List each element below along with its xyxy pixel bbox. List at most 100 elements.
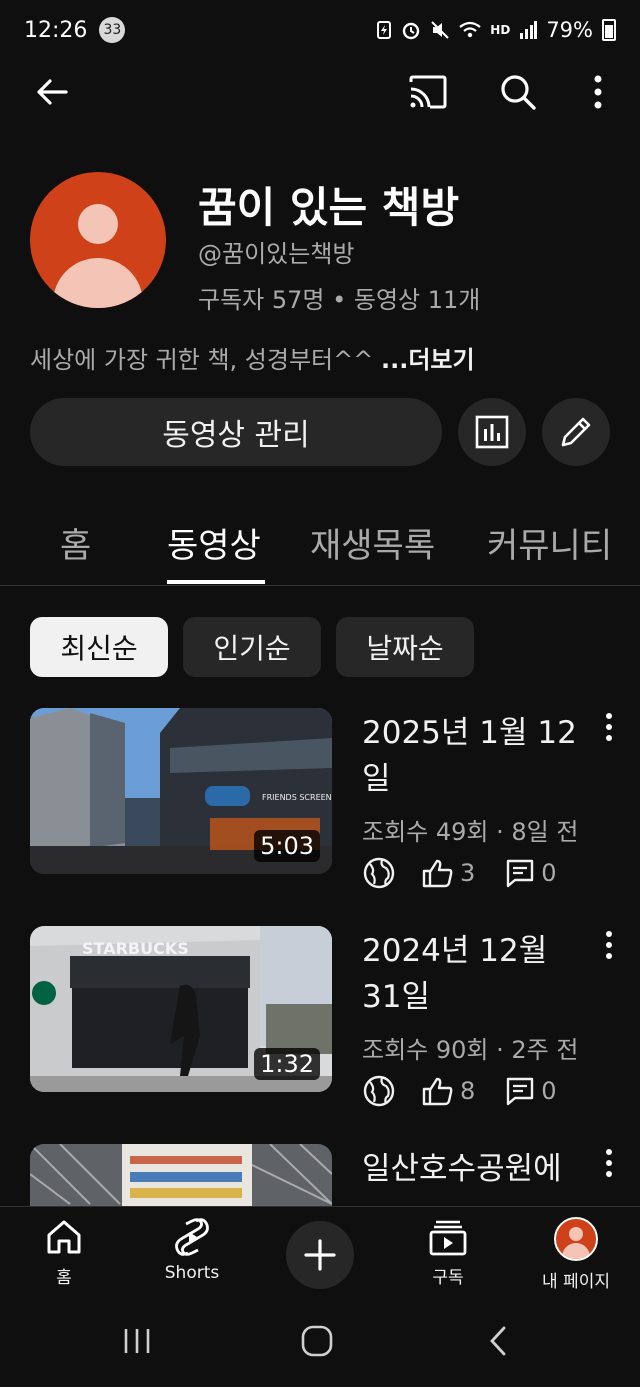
channel-tabs: 홈 동영상 재생목록 커뮤니티 bbox=[0, 500, 640, 586]
battery-percent: 79% bbox=[546, 18, 593, 42]
tab-community[interactable]: 커뮤니티 bbox=[487, 518, 612, 567]
thumb-up-icon bbox=[422, 1077, 453, 1106]
network-label: HD bbox=[490, 23, 511, 37]
video-thumbnail[interactable] bbox=[30, 1144, 332, 1206]
chip-latest[interactable]: 최신순 bbox=[30, 617, 168, 677]
status-icons: HD 79% bbox=[376, 18, 616, 42]
mute-icon bbox=[431, 21, 450, 39]
search-button[interactable] bbox=[498, 72, 538, 112]
nav-home-label: 홈 bbox=[56, 1268, 72, 1288]
tab-home[interactable]: 홈 bbox=[60, 518, 91, 567]
wifi-icon bbox=[459, 21, 481, 38]
channel-avatar[interactable] bbox=[30, 172, 166, 308]
video-stats: 3 0 bbox=[362, 856, 557, 890]
video-thumbnail[interactable]: STARBUCKS 1:32 bbox=[30, 926, 332, 1092]
back-button[interactable] bbox=[32, 72, 72, 112]
channel-header: 꿈이 있는 책방 @꿈이있는책방 구독자 57명 • 동영상 11개 bbox=[30, 172, 620, 314]
create-button[interactable] bbox=[286, 1221, 354, 1289]
shorts-icon bbox=[175, 1218, 209, 1256]
avatar-body bbox=[53, 258, 143, 308]
analytics-button[interactable] bbox=[458, 398, 526, 466]
globe-icon bbox=[363, 857, 395, 889]
home-circle-icon bbox=[301, 1325, 333, 1357]
video-meta: 조회수 49회 · 8일 전 bbox=[362, 818, 579, 846]
active-tab-indicator bbox=[167, 580, 265, 584]
channel-name: 꿈이 있는 책방 bbox=[198, 183, 460, 232]
video-title[interactable]: 일산호수공원에 bbox=[362, 1146, 592, 1192]
bottom-nav: 홈 Shorts 구독 내 페이지 bbox=[0, 1206, 640, 1306]
thumbnail-image bbox=[30, 1144, 332, 1206]
alarm-icon bbox=[403, 22, 420, 40]
app-bar bbox=[0, 62, 640, 122]
nav-you[interactable]: 내 페이지 bbox=[526, 1217, 626, 1292]
nav-home[interactable]: 홈 bbox=[14, 1217, 114, 1288]
status-bar: 12:26 33 HD 79% bbox=[0, 0, 640, 60]
nav-shorts[interactable]: Shorts bbox=[142, 1217, 242, 1283]
tab-videos[interactable]: 동영상 bbox=[167, 518, 261, 567]
video-stats: 8 0 bbox=[362, 1074, 557, 1108]
like-count: 3 bbox=[460, 859, 476, 887]
video-more-icon[interactable] bbox=[604, 712, 614, 742]
tab-playlists[interactable]: 재생목록 bbox=[310, 518, 435, 567]
svg-text:STARBUCKS: STARBUCKS bbox=[82, 939, 189, 958]
avatar bbox=[554, 1217, 598, 1261]
chip-oldest[interactable]: 날짜순 bbox=[336, 617, 474, 677]
video-title[interactable]: 2025년 1월 12일 bbox=[362, 710, 592, 802]
video-meta: 조회수 90회 · 2주 전 bbox=[362, 1036, 579, 1064]
avatar-body bbox=[562, 1243, 590, 1259]
video-more-icon[interactable] bbox=[604, 930, 614, 960]
channel-handle: @꿈이있는책방 bbox=[198, 240, 355, 268]
edit-channel-button[interactable] bbox=[542, 398, 610, 466]
video-item[interactable]: 일산호수공원에 bbox=[30, 1144, 620, 1206]
comment-icon bbox=[507, 859, 534, 888]
video-item[interactable]: FRIENDS SCREEN 5:03 2025년 1월 12일 조회수 49회… bbox=[30, 708, 620, 908]
comment-icon bbox=[507, 1077, 534, 1106]
back-system-button[interactable] bbox=[482, 1324, 516, 1362]
cast-button[interactable] bbox=[408, 72, 448, 112]
globe-icon bbox=[363, 1075, 395, 1107]
status-time: 12:26 bbox=[24, 17, 88, 43]
video-more-icon[interactable] bbox=[604, 1148, 614, 1178]
battery-icon bbox=[602, 19, 616, 41]
data-saver-icon bbox=[377, 21, 392, 39]
comment-count: 0 bbox=[541, 859, 557, 887]
pencil-icon bbox=[561, 417, 591, 447]
video-thumbnail[interactable]: FRIENDS SCREEN 5:03 bbox=[30, 708, 332, 874]
subscriptions-icon bbox=[429, 1220, 467, 1256]
signal-icon bbox=[520, 21, 538, 39]
nav-shorts-label: Shorts bbox=[164, 1263, 220, 1283]
notification-count-badge: 33 bbox=[99, 17, 126, 43]
system-nav-bar bbox=[0, 1306, 640, 1387]
video-duration: 5:03 bbox=[254, 830, 320, 862]
analytics-icon bbox=[475, 415, 509, 449]
video-item[interactable]: STARBUCKS 1:32 2024년 12월 31일 조회수 90회 · 2… bbox=[30, 926, 620, 1126]
description-text: 세상에 가장 귀한 책, 성경부터^^ bbox=[30, 346, 374, 374]
more-vert-icon bbox=[594, 75, 602, 109]
more-link[interactable]: ...더보기 bbox=[381, 346, 475, 374]
svg-text:FRIENDS SCREEN: FRIENDS SCREEN bbox=[262, 793, 332, 802]
home-icon bbox=[47, 1220, 81, 1254]
search-icon bbox=[501, 75, 536, 110]
comment-count: 0 bbox=[541, 1077, 557, 1105]
channel-description[interactable]: 세상에 가장 귀한 책, 성경부터^^ ...더보기 bbox=[30, 340, 475, 375]
avatar-head bbox=[78, 204, 118, 244]
chip-popular[interactable]: 인기순 bbox=[183, 617, 321, 677]
plus-icon bbox=[304, 1239, 336, 1271]
nav-subscriptions[interactable]: 구독 bbox=[398, 1217, 498, 1288]
video-duration: 1:32 bbox=[254, 1048, 320, 1080]
channel-stats: 구독자 57명 • 동영상 11개 bbox=[198, 286, 481, 314]
more-options-button[interactable] bbox=[578, 72, 618, 112]
cast-icon bbox=[409, 75, 447, 109]
nav-subscriptions-label: 구독 bbox=[432, 1268, 464, 1288]
back-arrow-icon bbox=[37, 79, 68, 105]
recent-apps-icon bbox=[124, 1329, 150, 1353]
like-count: 8 bbox=[460, 1077, 476, 1105]
recent-apps-button[interactable] bbox=[120, 1324, 154, 1362]
manage-videos-button[interactable]: 동영상 관리 bbox=[30, 398, 442, 466]
avatar-head bbox=[569, 1227, 583, 1241]
nav-you-label: 내 페이지 bbox=[542, 1272, 610, 1292]
home-system-button[interactable] bbox=[300, 1324, 334, 1362]
video-title[interactable]: 2024년 12월 31일 bbox=[362, 928, 592, 1020]
chevron-left-icon bbox=[490, 1326, 506, 1356]
thumb-up-icon bbox=[422, 859, 453, 888]
